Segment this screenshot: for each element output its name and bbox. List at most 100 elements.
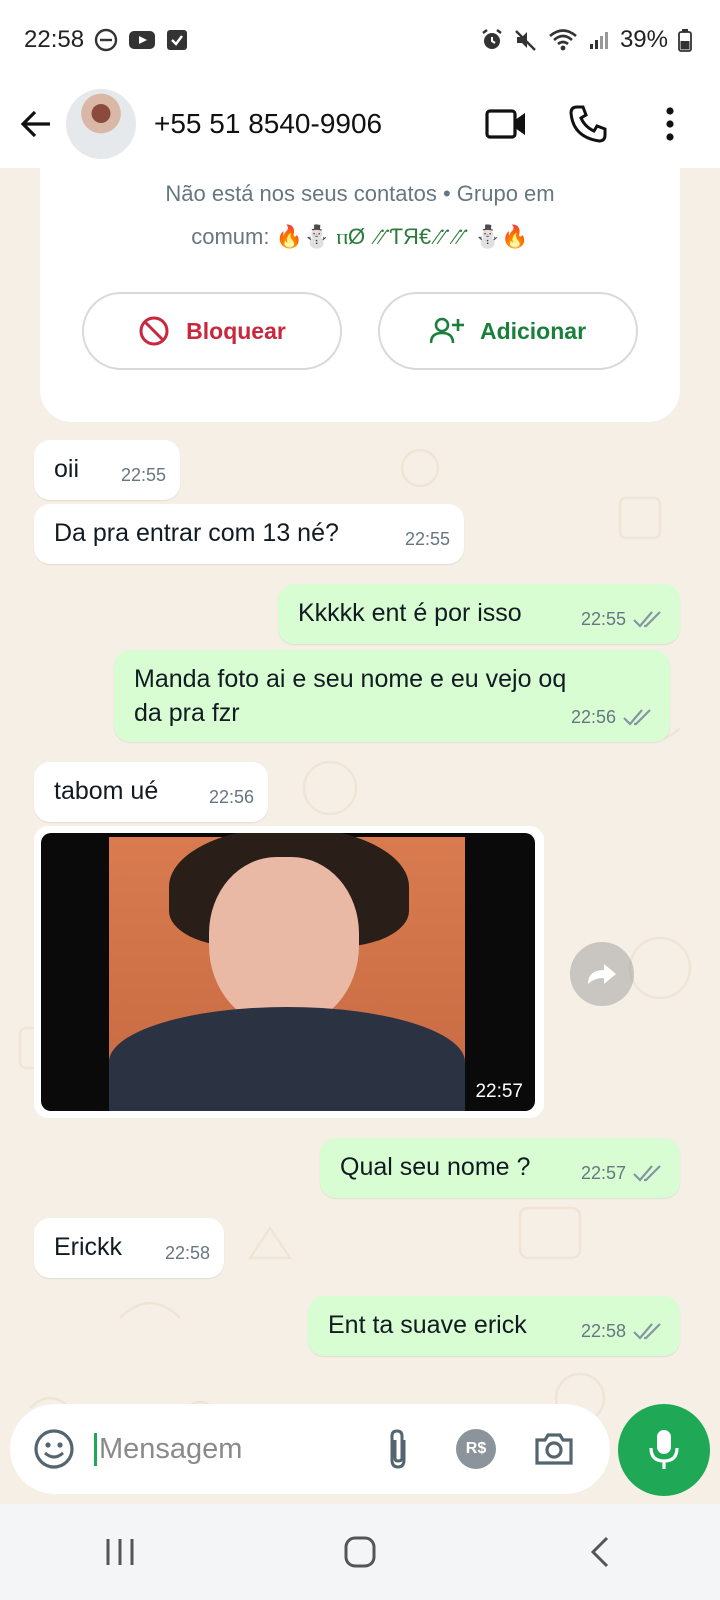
- message-time: 22:56: [570, 707, 616, 727]
- add-label: Adicionar: [479, 317, 587, 344]
- camera-icon: [535, 1433, 573, 1465]
- message-incoming[interactable]: oii 22:55: [34, 440, 180, 500]
- message-text: tabom ué: [54, 777, 159, 805]
- info-line-2: comum: 🔥⛄ ⲡØ ⳼ƬЯ€⳼⳼ ⛄🔥: [80, 215, 640, 258]
- phone-icon: [569, 105, 607, 143]
- battery-percent: 39%: [619, 26, 668, 53]
- contact-info-card: Não está nos seus contatos • Grupo em co…: [40, 168, 680, 422]
- chat-area[interactable]: Não está nos seus contatos • Grupo em co…: [0, 168, 720, 1474]
- message-input[interactable]: [94, 1432, 334, 1466]
- message-meta: 22:55: [121, 458, 166, 492]
- status-time: 22:58: [24, 26, 85, 53]
- read-ticks-icon: [623, 709, 651, 726]
- message-meta: 22:56: [571, 700, 656, 734]
- photo-image[interactable]: 22:57: [41, 833, 535, 1111]
- back-button[interactable]: [12, 100, 60, 148]
- payment-button[interactable]: R$: [448, 1421, 504, 1477]
- message-outgoing[interactable]: Manda foto ai e seu nome e eu vejo oq da…: [114, 650, 670, 742]
- voice-call-button[interactable]: [556, 92, 620, 156]
- battery-icon: [678, 28, 692, 52]
- read-ticks-icon: [633, 1165, 661, 1182]
- add-person-icon: [429, 317, 464, 344]
- video-camera-icon: [485, 109, 525, 139]
- attach-button[interactable]: [370, 1421, 426, 1477]
- status-left: 22:58: [24, 26, 188, 54]
- message-text: Da pra entrar com 13 né?: [54, 519, 339, 547]
- contact-avatar[interactable]: [66, 89, 136, 159]
- back-chevron-icon: [590, 1536, 609, 1568]
- message-meta: 22:55: [405, 522, 450, 556]
- chat-header: +55 51 8540-9906: [0, 80, 720, 168]
- message-time: 22:55: [404, 529, 450, 549]
- currency-badge: R$: [465, 1440, 487, 1457]
- block-label: Bloquear: [186, 317, 286, 344]
- currency-icon: R$: [456, 1429, 496, 1469]
- camera-button[interactable]: [526, 1421, 582, 1477]
- message-time: 22:55: [580, 609, 626, 629]
- photo-content: [109, 833, 465, 1111]
- message-meta: 22:56: [209, 780, 254, 814]
- emoji-icon: [34, 1429, 74, 1469]
- read-ticks-icon: [633, 611, 661, 628]
- message-text: Kkkkk ent é por isso: [298, 599, 522, 627]
- back-arrow-icon: [20, 110, 50, 138]
- emoji-button[interactable]: [32, 1427, 76, 1471]
- alarm-icon: [480, 28, 504, 52]
- message-text: Qual seu nome ?: [340, 1153, 531, 1181]
- status-right: 39%: [480, 26, 692, 54]
- block-icon: [139, 316, 169, 346]
- back-nav-button[interactable]: [560, 1522, 640, 1582]
- photo-jacket: [109, 1007, 465, 1111]
- info-line-1: Não está nos seus contatos • Grupo em: [165, 181, 555, 206]
- message-meta: 22:57: [581, 1156, 666, 1190]
- do-not-disturb-icon: [94, 28, 118, 52]
- recent-apps-button[interactable]: [80, 1522, 160, 1582]
- message-meta: 22:58: [581, 1314, 666, 1348]
- message-text: oii: [54, 455, 80, 483]
- message-outgoing[interactable]: Kkkkk ent é por isso 22:55: [278, 584, 680, 644]
- message-text-line-1: Manda foto ai e seu nome e eu vejo oq: [134, 665, 567, 693]
- block-button[interactable]: Bloquear: [82, 292, 342, 370]
- mute-icon: [514, 28, 538, 52]
- signal-icon: [588, 29, 610, 51]
- message-incoming[interactable]: Erickk 22:58: [34, 1218, 224, 1278]
- message-outgoing[interactable]: Ent ta suave erick 22:58: [308, 1296, 680, 1356]
- more-vert-icon: [666, 107, 674, 141]
- wifi-icon: [548, 28, 578, 52]
- message-meta: 22:55: [581, 602, 666, 636]
- home-icon: [344, 1536, 376, 1568]
- info-actions: Bloquear Adicionar: [82, 292, 638, 370]
- video-call-button[interactable]: [474, 92, 538, 156]
- recent-apps-icon: [106, 1539, 134, 1565]
- home-button[interactable]: [320, 1522, 400, 1582]
- message-composer: R$: [10, 1404, 610, 1494]
- common-group-name[interactable]: 🔥⛄ ⲡØ ⳼ƬЯ€⳼⳼ ⛄🔥: [276, 224, 529, 249]
- status-bar: 22:58 39%: [0, 0, 720, 80]
- message-incoming[interactable]: Da pra entrar com 13 né? 22:55: [34, 504, 464, 564]
- microphone-icon: [649, 1430, 679, 1469]
- forward-button[interactable]: [570, 942, 634, 1006]
- message-time: 22:58: [164, 1243, 210, 1263]
- message-outgoing[interactable]: Qual seu nome ? 22:57: [320, 1138, 680, 1198]
- message-text: Ent ta suave erick: [328, 1311, 527, 1339]
- message-time: 22:57: [580, 1163, 626, 1183]
- add-contact-button[interactable]: Adicionar: [378, 292, 638, 370]
- photo-face: [209, 857, 359, 1027]
- voice-message-button[interactable]: [618, 1404, 710, 1496]
- info-line-2-prefix: comum:: [191, 224, 276, 249]
- forward-icon: [588, 964, 616, 984]
- message-text: Erickk: [54, 1233, 123, 1261]
- message-time: 22:56: [208, 787, 254, 807]
- system-navigation-bar: [0, 1504, 720, 1600]
- message-incoming[interactable]: tabom ué 22:56: [34, 762, 268, 822]
- checkbox-notification-icon: [166, 29, 188, 51]
- info-text: Não está nos seus contatos • Grupo em co…: [40, 172, 680, 258]
- message-photo[interactable]: 22:57: [34, 826, 544, 1118]
- more-options-button[interactable]: [638, 92, 702, 156]
- contact-name[interactable]: +55 51 8540-9906: [154, 108, 474, 140]
- paperclip-icon: [390, 1429, 406, 1469]
- message-time: 22:55: [120, 465, 166, 485]
- read-ticks-icon: [633, 1323, 661, 1340]
- message-time: 22:58: [580, 1321, 626, 1341]
- youtube-icon: [128, 29, 156, 51]
